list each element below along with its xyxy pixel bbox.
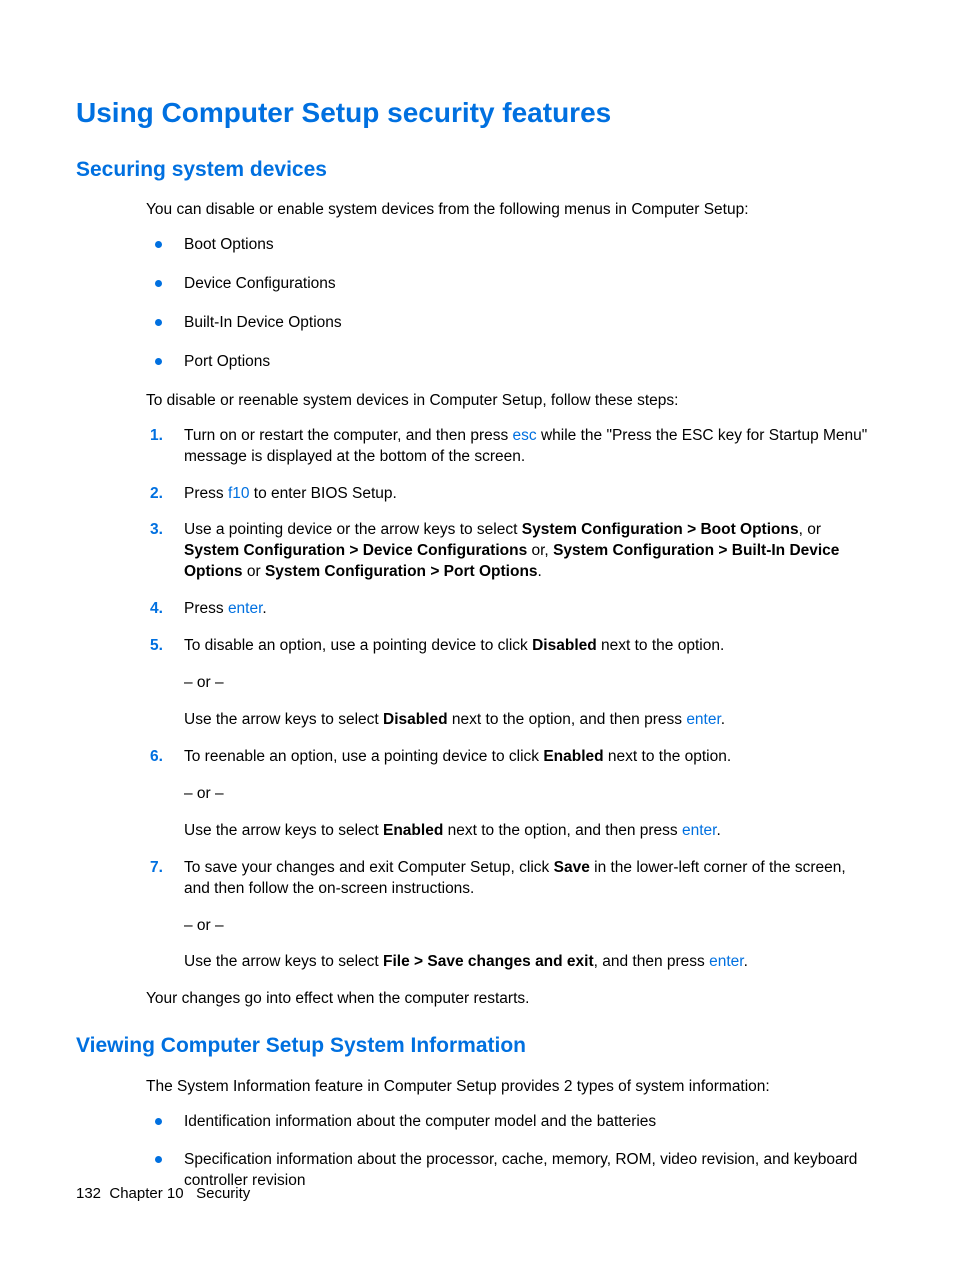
step-text: Use a pointing device or the arrow keys … bbox=[184, 521, 522, 538]
page-number: 132 bbox=[76, 1185, 101, 1202]
step-text: , and then press bbox=[594, 953, 709, 970]
bullet-item: Built-In Device Options bbox=[146, 313, 874, 334]
info-bullet-list: Identification information about the com… bbox=[146, 1112, 874, 1193]
bold-label: Disabled bbox=[383, 711, 448, 728]
step-number: 4. bbox=[150, 599, 163, 620]
step-number: 3. bbox=[150, 520, 163, 541]
or-separator: – or – bbox=[184, 784, 874, 805]
step-text: or, bbox=[527, 542, 553, 559]
step-text: To save your changes and exit Computer S… bbox=[184, 859, 554, 876]
step-1: 1. Turn on or restart the computer, and … bbox=[146, 426, 874, 468]
step-alt-text: Use the arrow keys to select Disabled ne… bbox=[184, 710, 874, 731]
step-5: 5. To disable an option, use a pointing … bbox=[146, 636, 874, 731]
page-footer: 132 Chapter 10 Security bbox=[76, 1184, 250, 1204]
step-alt-text: Use the arrow keys to select Enabled nex… bbox=[184, 821, 874, 842]
bold-path: System Configuration > Boot Options bbox=[522, 521, 799, 538]
step-text: Use the arrow keys to select bbox=[184, 822, 383, 839]
step-text: next to the option, and then press bbox=[443, 822, 682, 839]
step-text: or bbox=[243, 563, 265, 580]
bold-path: System Configuration > Device Configurat… bbox=[184, 542, 527, 559]
step-text: . bbox=[716, 822, 720, 839]
bold-path: System Configuration > Port Options bbox=[265, 563, 538, 580]
step-4: 4. Press enter. bbox=[146, 599, 874, 620]
key-f10: f10 bbox=[228, 485, 250, 502]
bold-label: Enabled bbox=[383, 822, 443, 839]
menu-bullet-list: Boot Options Device Configurations Built… bbox=[146, 235, 874, 373]
bullet-item: Boot Options bbox=[146, 235, 874, 256]
bullet-item: Port Options bbox=[146, 352, 874, 373]
intro-text-2: The System Information feature in Comput… bbox=[146, 1077, 874, 1098]
step-6: 6. To reenable an option, use a pointing… bbox=[146, 747, 874, 842]
or-separator: – or – bbox=[184, 673, 874, 694]
step-text: To reenable an option, use a pointing de… bbox=[184, 748, 543, 765]
step-text: , or bbox=[799, 521, 821, 538]
key-enter: enter bbox=[709, 953, 743, 970]
step-text: Use the arrow keys to select bbox=[184, 953, 383, 970]
chapter-title: Security bbox=[196, 1185, 250, 1202]
step-number: 6. bbox=[150, 747, 163, 768]
intro-text: You can disable or enable system devices… bbox=[146, 200, 874, 221]
step-number: 2. bbox=[150, 484, 163, 505]
step-text: . bbox=[744, 953, 748, 970]
step-number: 5. bbox=[150, 636, 163, 657]
bold-label: Disabled bbox=[532, 637, 597, 654]
step-3: 3. Use a pointing device or the arrow ke… bbox=[146, 520, 874, 583]
lead-text: To disable or reenable system devices in… bbox=[146, 391, 874, 412]
step-text: Use the arrow keys to select bbox=[184, 711, 383, 728]
bullet-item: Specification information about the proc… bbox=[146, 1150, 874, 1192]
section-heading-securing: Securing system devices bbox=[76, 156, 874, 184]
step-text: . bbox=[538, 563, 542, 580]
key-esc: esc bbox=[513, 427, 537, 444]
bold-label: Save bbox=[554, 859, 590, 876]
step-number: 7. bbox=[150, 858, 163, 879]
steps-list: 1. Turn on or restart the computer, and … bbox=[146, 426, 874, 974]
bullet-item: Identification information about the com… bbox=[146, 1112, 874, 1133]
step-text: Press bbox=[184, 485, 228, 502]
key-enter: enter bbox=[686, 711, 720, 728]
bold-label: Enabled bbox=[543, 748, 603, 765]
page: Using Computer Setup security features S… bbox=[0, 0, 954, 1270]
section-heading-viewing: Viewing Computer Setup System Informatio… bbox=[76, 1032, 874, 1060]
step-text: to enter BIOS Setup. bbox=[250, 485, 397, 502]
key-enter: enter bbox=[228, 600, 262, 617]
bullet-item: Device Configurations bbox=[146, 274, 874, 295]
step-text: . bbox=[262, 600, 266, 617]
closing-text: Your changes go into effect when the com… bbox=[146, 989, 874, 1010]
step-text: Turn on or restart the computer, and the… bbox=[184, 427, 513, 444]
or-separator: – or – bbox=[184, 916, 874, 937]
step-alt-text: Use the arrow keys to select File > Save… bbox=[184, 952, 874, 973]
page-title: Using Computer Setup security features bbox=[76, 94, 874, 132]
chapter-label: Chapter 10 bbox=[109, 1185, 183, 1202]
step-2: 2. Press f10 to enter BIOS Setup. bbox=[146, 484, 874, 505]
step-number: 1. bbox=[150, 426, 163, 447]
bold-path: File > Save changes and exit bbox=[383, 953, 594, 970]
step-text: To disable an option, use a pointing dev… bbox=[184, 637, 532, 654]
step-text: next to the option. bbox=[604, 748, 732, 765]
step-7: 7. To save your changes and exit Compute… bbox=[146, 858, 874, 974]
step-text: . bbox=[721, 711, 725, 728]
step-text: next to the option, and then press bbox=[448, 711, 687, 728]
key-enter: enter bbox=[682, 822, 716, 839]
step-text: next to the option. bbox=[597, 637, 725, 654]
step-text: Press bbox=[184, 600, 228, 617]
